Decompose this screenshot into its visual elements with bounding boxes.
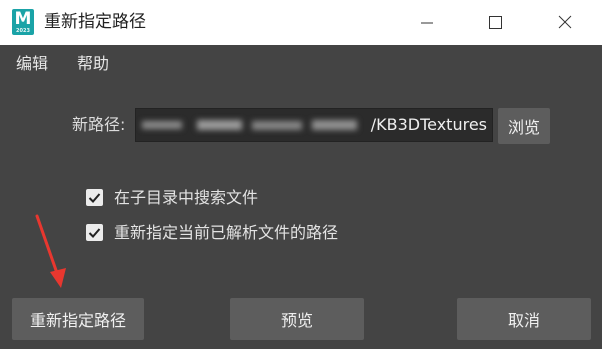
- new-path-label: 新路径:: [72, 115, 126, 134]
- minimize-button[interactable]: [412, 8, 442, 38]
- title-bar: M 2023 重新指定路径: [0, 0, 602, 45]
- checkmark-icon: [88, 193, 101, 203]
- checkbox-search-subdirectories[interactable]: [86, 189, 103, 206]
- app-icon-letter: M: [14, 9, 32, 29]
- relink-button[interactable]: 重新指定路径: [12, 298, 144, 340]
- checkbox-relink-resolved[interactable]: [86, 224, 103, 241]
- menu-help[interactable]: 帮助: [77, 54, 109, 74]
- close-button[interactable]: [550, 8, 580, 38]
- maximize-icon: [489, 16, 502, 29]
- menu-edit[interactable]: 编辑: [16, 54, 48, 74]
- preview-button[interactable]: 预览: [230, 298, 364, 340]
- window-title: 重新指定路径: [44, 12, 146, 32]
- close-icon: [558, 15, 572, 29]
- browse-button[interactable]: 浏览: [498, 108, 550, 144]
- menu-bar: 编辑 帮助: [0, 45, 602, 81]
- annotation-arrow-icon: [35, 214, 66, 288]
- checkmark-icon: [88, 228, 101, 238]
- option-label: 重新指定当前已解析文件的路径: [114, 223, 339, 242]
- maya-app-icon: M 2023: [12, 9, 34, 35]
- minimize-icon: [421, 22, 433, 24]
- new-path-field[interactable]: /KB3DTextures: [135, 108, 493, 142]
- redacted-path-blur: [142, 120, 357, 130]
- maximize-button[interactable]: [480, 8, 510, 38]
- app-icon-sub-label: 2023: [16, 28, 30, 34]
- option-label: 在子目录中搜索文件: [114, 188, 259, 207]
- cancel-button[interactable]: 取消: [457, 298, 591, 340]
- path-value: /KB3DTextures: [370, 115, 487, 134]
